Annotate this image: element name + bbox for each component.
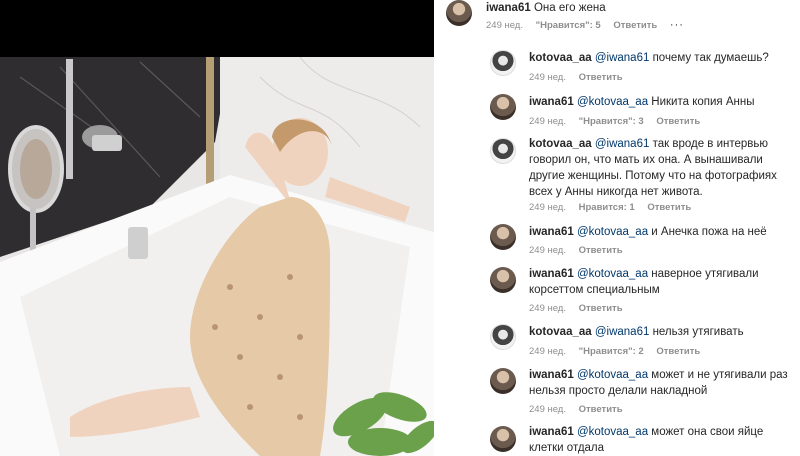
comment-meta: 249 нед. "Нравится": 3 Ответить	[529, 116, 710, 127]
comment: iwana61 @kotovaa_aa и Анечка пожа на неё	[529, 224, 789, 240]
comments-panel: iwana61 Она его жена 249 нед. "Нравится"…	[434, 0, 800, 456]
username-link[interactable]: kotovaa_aa	[529, 138, 592, 150]
comment-meta: 249 нед. Ответить	[529, 303, 633, 314]
timestamp[interactable]: 249 нед.	[529, 72, 566, 83]
post-photo[interactable]	[0, 0, 434, 456]
comment-meta: 249 нед. Нравится: 1 Ответить	[529, 202, 701, 213]
mention-link[interactable]: @iwana61	[595, 326, 650, 338]
caption-text: Она его жена	[533, 2, 606, 14]
username-link[interactable]: iwana61	[529, 426, 574, 438]
comment-meta: 249 нед. Ответить	[529, 404, 633, 415]
timestamp[interactable]: 249 нед.	[529, 303, 566, 314]
likes-count[interactable]: Нравится: 1	[579, 202, 635, 213]
comment: iwana61 @kotovaa_aa наверное утягивали к…	[529, 266, 789, 298]
mention-link[interactable]: @kotovaa_aa	[577, 369, 648, 381]
avatar[interactable]	[490, 138, 516, 164]
comment: iwana61 @kotovaa_aa Никита копия Анны	[529, 94, 789, 110]
avatar[interactable]	[490, 267, 516, 293]
comment-text: почему так думаешь?	[649, 52, 769, 64]
timestamp[interactable]: 249 нед.	[529, 116, 566, 127]
avatar[interactable]	[446, 0, 472, 26]
comment: iwana61 @kotovaa_aa может она свои яйце …	[529, 424, 791, 456]
reply-button[interactable]: Ответить	[656, 116, 700, 127]
reply-button[interactable]: Ответить	[613, 20, 657, 31]
post-caption: iwana61 Она его жена	[486, 0, 786, 16]
avatar[interactable]	[490, 224, 516, 250]
comment: kotovaa_aa @iwana61 нельзя утягивать	[529, 324, 789, 340]
avatar[interactable]	[490, 324, 516, 350]
mention-link[interactable]: @iwana61	[595, 52, 650, 64]
comment: kotovaa_aa @iwana61 так вроде в интервью…	[529, 136, 791, 200]
username-link[interactable]: iwana61	[529, 96, 574, 108]
avatar[interactable]	[490, 368, 516, 394]
mention-link[interactable]: @kotovaa_aa	[577, 226, 648, 238]
likes-count[interactable]: "Нравится": 2	[579, 346, 644, 357]
avatar[interactable]	[490, 426, 516, 452]
comment: kotovaa_aa @iwana61 почему так думаешь?	[529, 50, 789, 66]
comment-meta: 249 нед. Ответить	[529, 245, 633, 256]
comment-text: нельзя утягивать	[649, 326, 744, 338]
reply-button[interactable]: Ответить	[579, 404, 623, 415]
username-link[interactable]: iwana61	[529, 268, 574, 280]
reply-button[interactable]: Ответить	[579, 72, 623, 83]
reply-button[interactable]: Ответить	[579, 245, 623, 256]
timestamp[interactable]: 249 нед.	[529, 245, 566, 256]
username-link[interactable]: iwana61	[529, 369, 574, 381]
photo-letterbox-top	[0, 0, 434, 57]
mention-link[interactable]: @kotovaa_aa	[577, 426, 648, 438]
comment-text: Никита копия Анны	[648, 96, 755, 108]
username-link[interactable]: iwana61	[529, 226, 574, 238]
mention-link[interactable]: @kotovaa_aa	[577, 96, 648, 108]
comment: iwana61 @kotovaa_aa может и не утягивали…	[529, 367, 789, 399]
mention-link[interactable]: @kotovaa_aa	[577, 268, 648, 280]
comment-meta: 249 нед. Ответить	[529, 72, 633, 83]
timestamp[interactable]: 249 нед.	[529, 202, 566, 213]
comment-meta: 249 нед. "Нравится": 2 Ответить	[529, 346, 710, 357]
reply-button[interactable]: Ответить	[647, 202, 691, 213]
mention-link[interactable]: @iwana61	[595, 138, 650, 150]
likes-count[interactable]: "Нравится": 5	[536, 20, 601, 31]
comment-text: и Анечка пожа на неё	[648, 226, 767, 238]
more-options-icon[interactable]: ···	[670, 19, 684, 31]
bathtub-photo	[0, 57, 434, 456]
caption-meta: 249 нед. "Нравится": 5 Ответить ···	[486, 19, 694, 31]
likes-count[interactable]: "Нравится": 3	[579, 116, 644, 127]
username-link[interactable]: kotovaa_aa	[529, 52, 592, 64]
username-link[interactable]: iwana61	[486, 2, 531, 14]
avatar[interactable]	[490, 94, 516, 120]
timestamp[interactable]: 249 нед.	[529, 404, 566, 415]
timestamp[interactable]: 249 нед.	[486, 20, 523, 31]
username-link[interactable]: kotovaa_aa	[529, 326, 592, 338]
reply-button[interactable]: Ответить	[579, 303, 623, 314]
avatar[interactable]	[490, 50, 516, 76]
timestamp[interactable]: 249 нед.	[529, 346, 566, 357]
reply-button[interactable]: Ответить	[656, 346, 700, 357]
